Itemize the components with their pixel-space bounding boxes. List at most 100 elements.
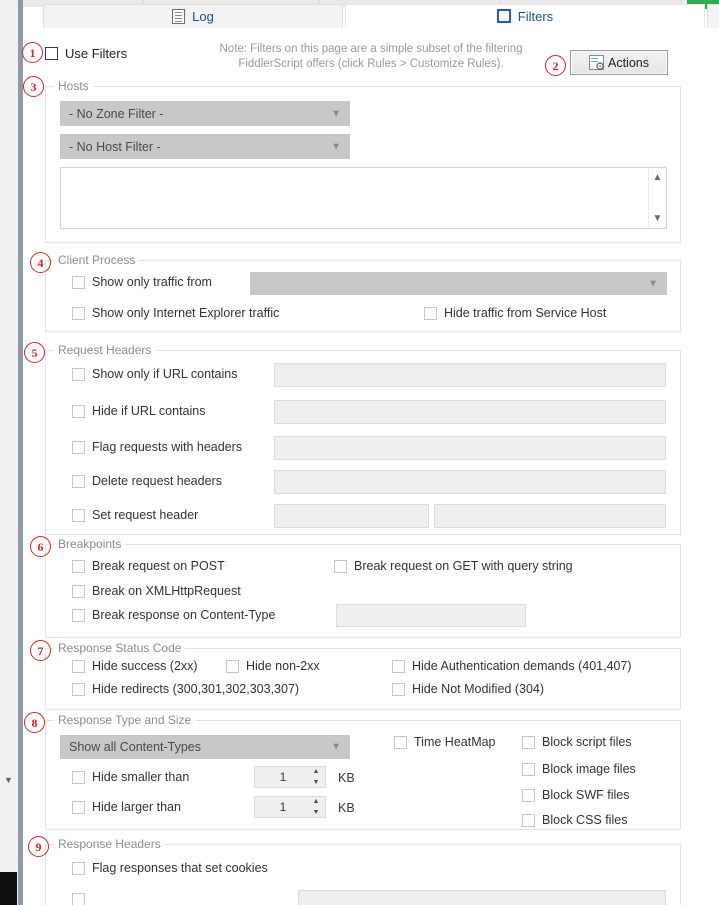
break-on-xhr-checkbox-box[interactable] — [72, 584, 85, 598]
left-chrome: ▼ — [0, 0, 19, 905]
scroll-up-arrow-icon[interactable]: ▲ — [649, 172, 666, 183]
hide-service-host-checkbox-box[interactable] — [424, 306, 437, 320]
client-process-dropdown[interactable]: ▼ — [250, 272, 667, 295]
group-breakpoints-legend: Breakpoints — [54, 537, 126, 551]
flag-responses-set-cookies-checkbox[interactable]: Flag responses that set cookies — [72, 861, 268, 875]
stepper-down-icon[interactable]: ▼ — [309, 779, 323, 786]
block-css-files-checkbox[interactable]: Block CSS files — [522, 813, 627, 827]
hide-smaller-than-stepper-buttons[interactable]: ▲ ▼ — [309, 768, 323, 786]
set-request-header-checkbox[interactable]: Set request header — [72, 508, 198, 522]
break-request-on-post-checkbox[interactable]: Break request on POST — [72, 559, 225, 573]
hide-not-modified-checkbox-box[interactable] — [392, 682, 405, 696]
break-response-on-content-type-checkbox[interactable]: Break response on Content-Type — [72, 608, 275, 622]
break-on-xhr-checkbox[interactable]: Break on XMLHttpRequest — [72, 584, 241, 598]
hide-if-url-contains-input[interactable] — [274, 400, 666, 424]
block-css-files-label: Block CSS files — [542, 813, 628, 827]
break-on-xhr-label: Break on XMLHttpRequest — [92, 584, 241, 598]
actions-button[interactable]: Actions — [570, 50, 668, 75]
block-swf-files-label: Block SWF files — [542, 788, 630, 802]
hide-authentication-demands-checkbox-box[interactable] — [392, 659, 405, 673]
hide-smaller-than-checkbox-box[interactable] — [72, 770, 85, 784]
scroll-down-arrow-icon[interactable]: ▼ — [0, 770, 17, 790]
show-only-traffic-from-checkbox-box[interactable] — [72, 275, 85, 289]
show-only-if-url-contains-input[interactable] — [274, 363, 666, 387]
use-filters-checkbox[interactable]: Use Filters — [45, 46, 127, 61]
hide-larger-than-label: Hide larger than — [92, 800, 181, 814]
break-response-on-content-type-label: Break response on Content-Type — [92, 608, 276, 622]
filters-note: Note: Filters on this page are a simple … — [171, 42, 571, 72]
hide-authentication-demands-checkbox[interactable]: Hide Authentication demands (401,407) — [392, 659, 632, 673]
block-script-files-checkbox-box[interactable] — [522, 735, 535, 749]
break-response-on-content-type-checkbox-box[interactable] — [72, 608, 85, 622]
show-only-ie-traffic-checkbox-box[interactable] — [72, 306, 85, 320]
stepper-up-icon[interactable]: ▲ — [309, 768, 323, 775]
delete-request-headers-checkbox-box[interactable] — [72, 474, 85, 488]
hide-larger-than-checkbox-box[interactable] — [72, 800, 85, 814]
vertical-scrollbar[interactable] — [0, 0, 17, 875]
set-request-header-label: Set request header — [92, 508, 199, 522]
block-script-files-label: Block script files — [542, 735, 632, 749]
chevron-down-icon: ▼ — [648, 278, 658, 289]
show-only-traffic-from-checkbox[interactable]: Show only traffic from — [72, 275, 212, 289]
show-only-ie-traffic-checkbox[interactable]: Show only Internet Explorer traffic — [72, 306, 279, 320]
show-only-if-url-contains-checkbox-box[interactable] — [72, 367, 85, 381]
hide-if-url-contains-checkbox[interactable]: Hide if URL contains — [72, 404, 205, 418]
block-image-files-checkbox-box[interactable] — [522, 762, 535, 776]
content-types-dropdown[interactable]: Show all Content-Types ▼ — [60, 735, 350, 759]
hide-larger-than-checkbox[interactable]: Hide larger than — [72, 800, 181, 814]
block-swf-files-checkbox[interactable]: Block SWF files — [522, 788, 630, 802]
tab-overflow-stub[interactable] — [707, 4, 719, 29]
block-script-files-checkbox[interactable]: Block script files — [522, 735, 632, 749]
filters-note-line2: FiddlerScript offers (click Rules > Cust… — [238, 58, 504, 70]
annotation-marker-1: 1 — [22, 42, 43, 63]
hide-service-host-checkbox[interactable]: Hide traffic from Service Host — [424, 306, 606, 320]
time-heatmap-checkbox-box[interactable] — [394, 735, 407, 749]
flag-responses-set-cookies-checkbox-box[interactable] — [72, 861, 85, 875]
response-header-row-partial-input[interactable] — [298, 890, 666, 905]
actions-button-label: Actions — [608, 55, 649, 70]
delete-request-headers-checkbox[interactable]: Delete request headers — [72, 474, 222, 488]
scroll-down-arrow-icon[interactable]: ▼ — [649, 213, 666, 224]
break-request-on-get-query-checkbox[interactable]: Break request on GET with query string — [334, 559, 573, 573]
hide-success-checkbox[interactable]: Hide success (2xx) — [72, 659, 198, 673]
use-filters-checkbox-box[interactable] — [45, 47, 58, 60]
stepper-down-icon[interactable]: ▼ — [309, 809, 323, 816]
hide-success-checkbox-box[interactable] — [72, 659, 85, 673]
break-content-type-input[interactable] — [336, 604, 526, 627]
break-request-on-post-checkbox-box[interactable] — [72, 559, 85, 573]
flag-requests-with-headers-checkbox-box[interactable] — [72, 440, 85, 454]
zone-filter-dropdown[interactable]: - No Zone Filter - ▼ — [60, 101, 350, 126]
block-css-files-checkbox-box[interactable] — [522, 813, 535, 827]
tab-filters[interactable]: Filters — [345, 4, 705, 28]
hide-not-modified-checkbox[interactable]: Hide Not Modified (304) — [392, 682, 544, 696]
show-only-if-url-contains-checkbox[interactable]: Show only if URL contains — [72, 367, 237, 381]
flag-requests-with-headers-checkbox[interactable]: Flag requests with headers — [72, 440, 242, 454]
delete-request-headers-input[interactable] — [274, 470, 666, 494]
tab-strip: Log Filters — [23, 0, 719, 29]
hide-redirects-checkbox[interactable]: Hide redirects (300,301,302,303,307) — [72, 682, 299, 696]
set-request-header-checkbox-box[interactable] — [72, 508, 85, 522]
hide-larger-than-stepper[interactable]: 1 ▲ ▼ — [254, 796, 326, 818]
flag-requests-with-headers-input[interactable] — [274, 436, 666, 460]
stepper-up-icon[interactable]: ▲ — [309, 798, 323, 805]
hide-redirects-checkbox-box[interactable] — [72, 682, 85, 696]
tab-log[interactable]: Log — [43, 4, 343, 28]
set-request-header-value-input[interactable] — [434, 504, 666, 528]
hide-non-2xx-checkbox[interactable]: Hide non-2xx — [226, 659, 320, 673]
hide-if-url-contains-checkbox-box[interactable] — [72, 404, 85, 418]
block-image-files-checkbox[interactable]: Block image files — [522, 762, 636, 776]
response-header-row-partial-checkbox-box[interactable] — [72, 893, 85, 905]
hide-smaller-than-checkbox[interactable]: Hide smaller than — [72, 770, 189, 784]
break-request-on-get-query-checkbox-box[interactable] — [334, 559, 347, 573]
set-request-header-name-input[interactable] — [274, 504, 429, 528]
host-list-scrollbar[interactable]: ▲ ▼ — [648, 168, 666, 228]
hide-larger-than-stepper-buttons[interactable]: ▲ ▼ — [309, 798, 323, 816]
group-response-type-and-size: Response Type and Size Show all Content-… — [45, 713, 681, 830]
hide-smaller-than-stepper[interactable]: 1 ▲ ▼ — [254, 766, 326, 788]
time-heatmap-checkbox[interactable]: Time HeatMap — [394, 735, 496, 749]
response-header-row-partial-checkbox[interactable] — [72, 893, 85, 905]
host-list-textarea[interactable]: ▲ ▼ — [60, 167, 667, 229]
hide-non-2xx-checkbox-box[interactable] — [226, 659, 239, 673]
block-swf-files-checkbox-box[interactable] — [522, 788, 535, 802]
host-filter-dropdown[interactable]: - No Host Filter - ▼ — [60, 134, 350, 159]
